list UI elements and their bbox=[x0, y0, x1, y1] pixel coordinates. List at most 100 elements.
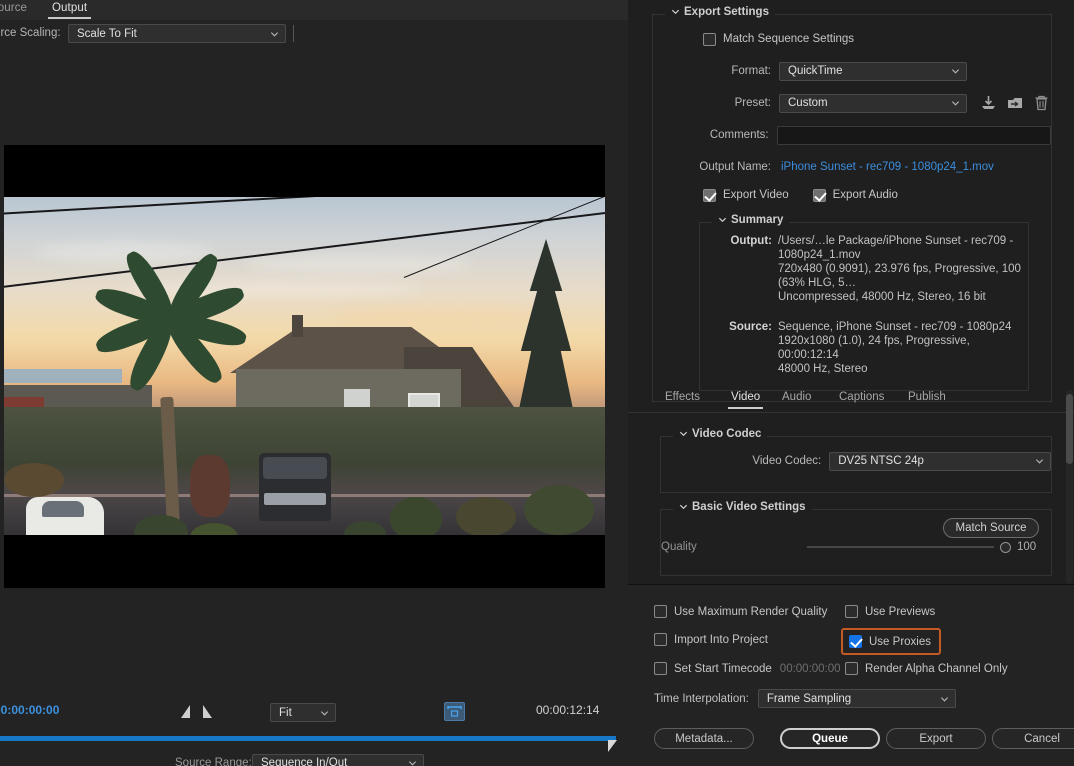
video-codec-group-title[interactable]: Video Codec bbox=[673, 428, 768, 440]
render-alpha-channel-only-row[interactable]: Render Alpha Channel Only bbox=[845, 662, 1008, 675]
use-previews-label: Use Previews bbox=[865, 605, 936, 618]
queue-button[interactable]: Queue bbox=[780, 728, 880, 749]
match-source-button[interactable]: Match Source bbox=[943, 518, 1039, 538]
summary-source-block: Source: Sequence, iPhone Sunset - rec709… bbox=[700, 320, 1028, 376]
tab-effects[interactable]: Effects bbox=[662, 391, 703, 407]
export-video-checkbox[interactable] bbox=[703, 188, 716, 202]
set-start-timecode-label: Set Start Timecode bbox=[674, 662, 772, 675]
quality-slider-track[interactable] bbox=[807, 546, 994, 548]
match-sequence-settings-row[interactable]: Match Sequence Settings bbox=[653, 26, 1051, 52]
comments-input[interactable] bbox=[776, 125, 1051, 145]
basic-video-settings-title[interactable]: Basic Video Settings bbox=[673, 501, 812, 513]
van-windshield bbox=[263, 457, 327, 479]
chevron-down-icon bbox=[951, 101, 960, 106]
preset-select[interactable]: Custom bbox=[779, 93, 967, 113]
tab-video[interactable]: Video bbox=[728, 391, 764, 409]
car-windshield bbox=[42, 501, 84, 517]
disclosure-triangle-icon[interactable] bbox=[718, 215, 727, 224]
use-previews-checkbox[interactable] bbox=[845, 605, 858, 618]
import-into-project-row[interactable]: Import Into Project bbox=[654, 633, 768, 646]
set-start-timecode-checkbox[interactable] bbox=[654, 662, 667, 675]
zoom-level-value: Fit bbox=[279, 706, 292, 719]
disclosure-triangle-icon[interactable] bbox=[671, 7, 680, 16]
preset-row: Preset: Custom bbox=[653, 90, 1051, 116]
source-range-label: Source Range: bbox=[175, 757, 252, 766]
disclosure-triangle-icon[interactable] bbox=[679, 502, 688, 511]
video-preview[interactable] bbox=[4, 145, 605, 588]
zoom-level-select[interactable]: Fit bbox=[270, 703, 336, 722]
video-codec-label: Video Codec: bbox=[752, 455, 822, 467]
set-start-timecode-row[interactable]: Set Start Timecode 00:00:00:00 bbox=[654, 662, 841, 675]
out-point-marker-icon[interactable] bbox=[203, 705, 212, 718]
tab-publish[interactable]: Publish bbox=[905, 391, 949, 407]
use-proxies-row[interactable]: Use Proxies bbox=[841, 628, 941, 655]
use-previews-row[interactable]: Use Previews bbox=[845, 605, 935, 618]
output-name-label: Output Name: bbox=[699, 161, 771, 173]
quality-value[interactable]: 100 bbox=[1017, 541, 1051, 553]
output-name-link[interactable]: iPhone Sunset - rec709 - 1080p24_1.mov bbox=[781, 161, 994, 173]
metadata-button[interactable]: Metadata... bbox=[654, 728, 754, 749]
timecode-in[interactable]: 00:00:00:00 bbox=[0, 703, 59, 717]
settings-scrollbar-thumb[interactable] bbox=[1066, 394, 1073, 464]
preset-label: Preset: bbox=[734, 97, 771, 109]
import-into-project-checkbox[interactable] bbox=[654, 633, 667, 646]
format-select[interactable]: QuickTime bbox=[779, 61, 967, 81]
bay-horizon bbox=[4, 369, 122, 383]
tab-source[interactable]: Source bbox=[0, 2, 31, 17]
playhead-marker-icon[interactable] bbox=[608, 740, 617, 752]
import-into-project-label: Import Into Project bbox=[674, 633, 768, 646]
timecode-out[interactable]: 00:00:12:14 bbox=[536, 703, 599, 717]
use-maximum-render-quality-row[interactable]: Use Maximum Render Quality bbox=[654, 605, 827, 618]
source-range-select[interactable]: Sequence In/Out bbox=[252, 754, 424, 766]
summary-output-line: /Users/…le Package/iPhone Sunset - rec70… bbox=[778, 235, 1014, 261]
time-interpolation-value: Frame Sampling bbox=[766, 692, 852, 705]
settings-pane: Export Settings Match Sequence Settings … bbox=[628, 0, 1074, 766]
delete-preset-icon[interactable] bbox=[1034, 95, 1049, 111]
export-audio-checkbox[interactable] bbox=[812, 188, 826, 202]
tab-output[interactable]: Output bbox=[48, 2, 92, 19]
match-sequence-settings-label: Match Sequence Settings bbox=[723, 33, 855, 45]
dialog-button-row: Metadata... Queue Export Cancel bbox=[628, 728, 1074, 756]
use-maximum-render-quality-checkbox[interactable] bbox=[654, 605, 667, 618]
export-preset-icon[interactable] bbox=[1007, 95, 1024, 111]
tab-captions[interactable]: Captions bbox=[836, 391, 887, 407]
import-preset-icon[interactable] bbox=[980, 95, 997, 111]
toolbar-divider bbox=[293, 25, 294, 42]
export-toggles-row: Export Video Export Audio bbox=[653, 182, 1051, 208]
tab-audio[interactable]: Audio bbox=[779, 391, 814, 407]
summary-output-line: 720x480 (0.9091), 23.976 fps, Progressiv… bbox=[778, 263, 1021, 289]
summary-source-line: 48000 Hz, Stereo bbox=[778, 363, 868, 375]
chevron-down-icon bbox=[940, 696, 948, 702]
export-button[interactable]: Export bbox=[886, 728, 986, 749]
cancel-button[interactable]: Cancel bbox=[992, 728, 1074, 749]
video-codec-value: DV25 NTSC 24p bbox=[838, 455, 924, 467]
disclosure-triangle-icon[interactable] bbox=[679, 429, 688, 438]
output-name-row: Output Name: iPhone Sunset - rec709 - 10… bbox=[653, 154, 1051, 180]
video-frame-image bbox=[4, 197, 605, 535]
summary-title[interactable]: Summary bbox=[712, 214, 790, 226]
settings-scrollbar[interactable] bbox=[1066, 390, 1073, 584]
export-audio-label: Export Audio bbox=[832, 189, 898, 201]
set-start-timecode-value[interactable]: 00:00:00:00 bbox=[780, 663, 841, 675]
source-scaling-select[interactable]: Scale To Fit bbox=[68, 24, 286, 43]
settings-tab-bar: Effects Video Audio Captions Publish bbox=[628, 389, 1074, 413]
settings-scroll-area: Export Settings Match Sequence Settings … bbox=[628, 0, 1074, 584]
basic-video-settings-group: Basic Video Settings Match Source Qualit… bbox=[660, 501, 1052, 576]
preview-pane: Source Output Source Scaling: Scale To F… bbox=[0, 0, 628, 766]
timeline-scrubber[interactable] bbox=[0, 736, 616, 741]
render-alpha-channel-only-checkbox[interactable] bbox=[845, 662, 858, 675]
summary-group: Summary Output: /Users/…le Package/iPhon… bbox=[699, 214, 1029, 391]
match-sequence-settings-checkbox[interactable] bbox=[703, 32, 716, 46]
video-codec-select[interactable]: DV25 NTSC 24p bbox=[829, 451, 1051, 471]
comments-row: Comments: bbox=[653, 122, 1051, 148]
quality-slider-knob[interactable] bbox=[1000, 541, 1011, 553]
export-settings-title[interactable]: Export Settings bbox=[665, 6, 775, 18]
in-point-marker-icon[interactable] bbox=[181, 705, 190, 718]
source-scaling-value: Scale To Fit bbox=[77, 27, 137, 40]
use-proxies-checkbox[interactable] bbox=[849, 635, 862, 648]
format-label: Format: bbox=[731, 65, 771, 77]
export-video-label: Export Video bbox=[723, 189, 789, 201]
time-interpolation-select[interactable]: Frame Sampling bbox=[757, 689, 956, 708]
source-range-toggle-button[interactable] bbox=[444, 702, 465, 721]
video-codec-group: Video Codec Video Codec: DV25 NTSC 24p bbox=[660, 428, 1052, 493]
